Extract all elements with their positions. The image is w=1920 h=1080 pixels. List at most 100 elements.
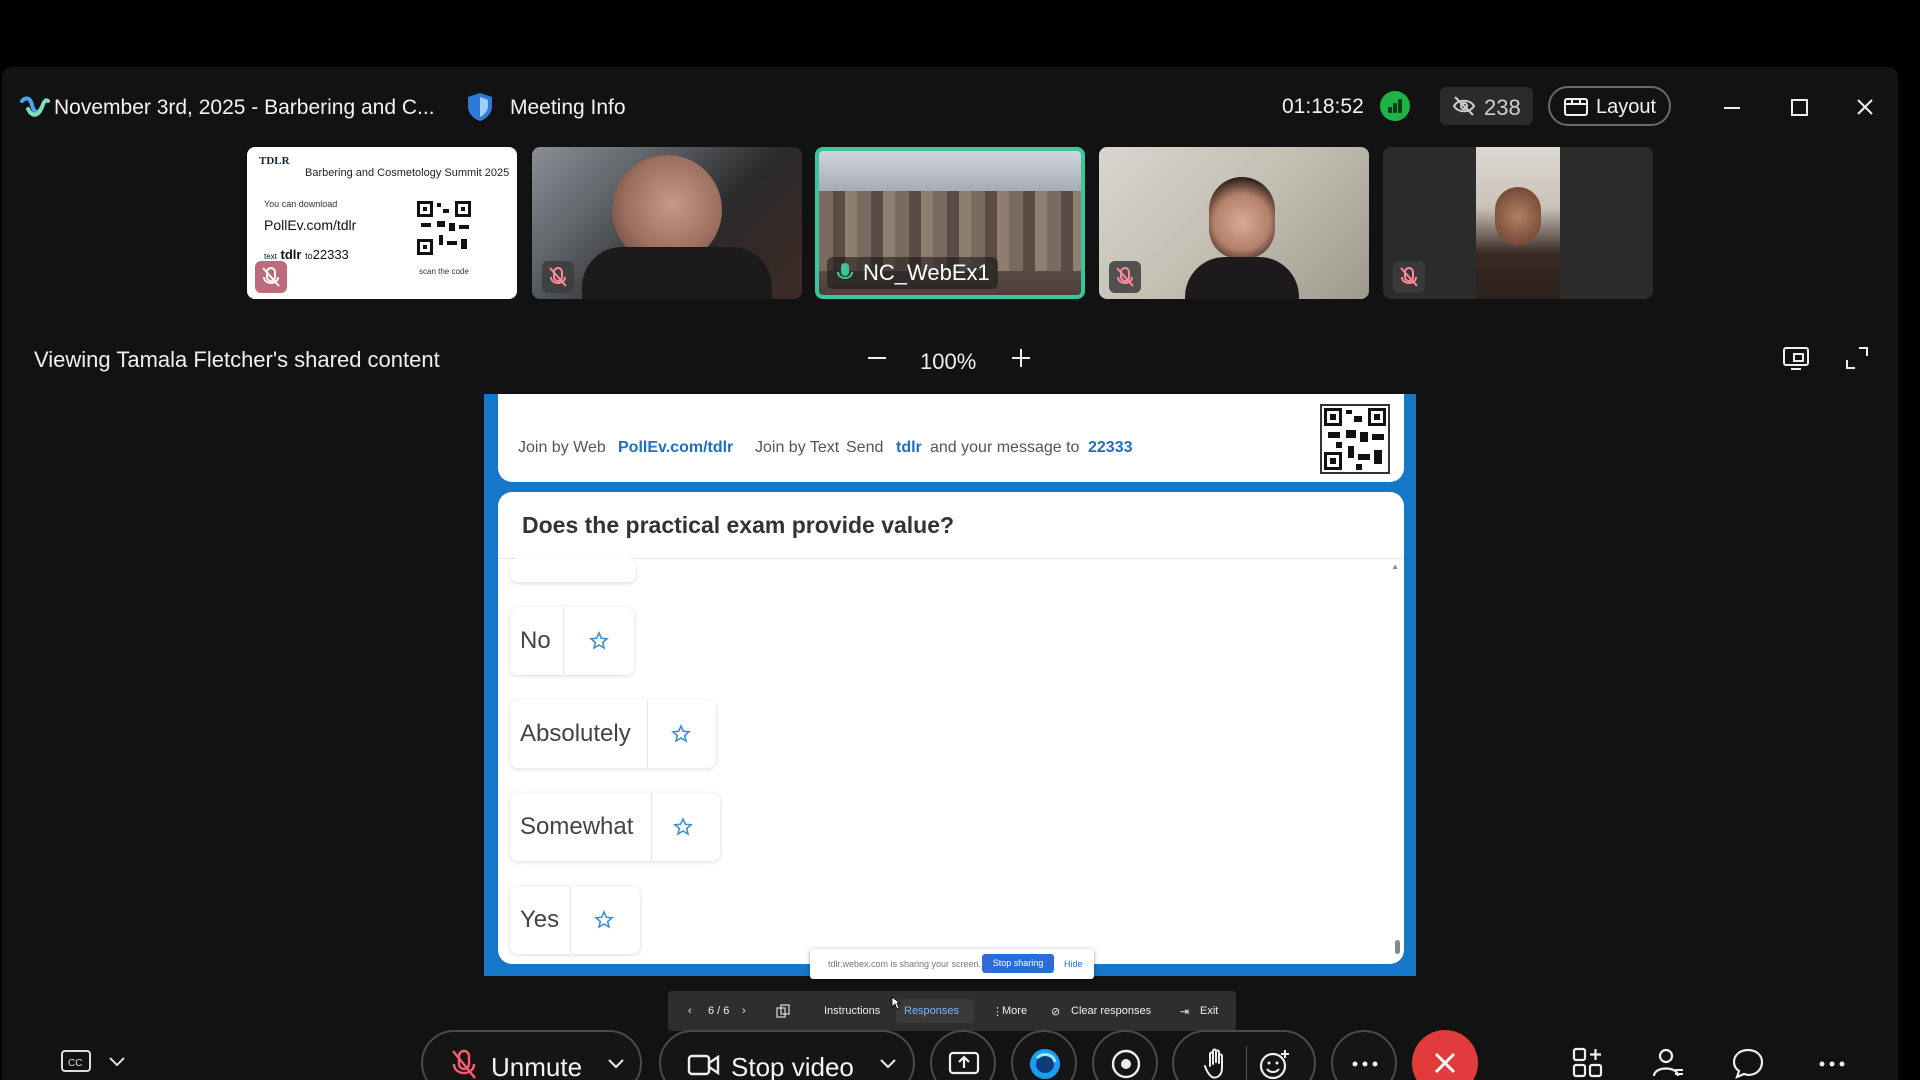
meeting-title[interactable]: November 3rd, 2025 - Barbering and C...	[54, 96, 435, 120]
layout-label: Layout	[1596, 96, 1657, 118]
thumbnail-participant[interactable]	[1099, 147, 1369, 299]
sharing-message: tdlr.webex.com is sharing your screen.	[828, 959, 982, 969]
thumbnail-active-speaker[interactable]: NC_WebEx1	[815, 147, 1085, 299]
shield-icon[interactable]	[465, 91, 495, 123]
maximize-icon[interactable]	[1779, 87, 1819, 127]
eye-slash-icon	[1452, 96, 1476, 116]
poll-question-card: Does the practical exam provide value? N…	[498, 492, 1404, 964]
thumbnail-participant[interactable]	[532, 147, 802, 299]
thumbnail-participant[interactable]	[1383, 147, 1653, 299]
join-text-label: Join by Text	[755, 439, 840, 456]
mic-on-icon	[837, 263, 853, 279]
star-icon[interactable]	[671, 724, 691, 744]
mic-muted-indicator	[255, 261, 287, 293]
join-web-label: Join by Web	[518, 439, 606, 456]
chevron-down-icon[interactable]	[607, 1058, 625, 1070]
apps-icon[interactable]	[1571, 1046, 1605, 1080]
stop-sharing-button[interactable]: Stop sharing	[982, 954, 1054, 973]
fullscreen-icon[interactable]	[1844, 345, 1870, 371]
responses-tab[interactable]: Responses	[904, 1005, 959, 1017]
star-icon[interactable]	[673, 817, 693, 837]
slide-scan-text: scan the code	[419, 267, 469, 276]
mic-off-icon	[262, 267, 280, 287]
more-horizontal-icon	[1352, 1061, 1378, 1067]
prev-slide-icon[interactable]: ‹	[688, 1005, 692, 1017]
clear-responses-button[interactable]: Clear responses	[1071, 1005, 1151, 1017]
divider	[1246, 1046, 1247, 1080]
hidden-participants-button[interactable]: 238	[1440, 87, 1533, 125]
divider	[651, 793, 652, 861]
send-code: tdlr	[896, 439, 922, 456]
close-icon	[1434, 1052, 1456, 1074]
minimize-icon[interactable]	[1712, 87, 1752, 127]
answer-label: Yes	[520, 906, 560, 933]
stop-video-button[interactable]: Stop video	[659, 1030, 915, 1080]
qr-code-icon	[1320, 404, 1390, 474]
captions-button[interactable]: CC	[60, 1048, 134, 1078]
network-signal-icon[interactable]	[1380, 91, 1410, 121]
slide-download-text: You can download	[264, 199, 338, 209]
answer-option[interactable]: Yes	[510, 886, 640, 954]
divider	[647, 700, 648, 768]
mic-off-icon	[1116, 267, 1134, 287]
mic-off-icon	[549, 267, 567, 287]
zoom-out-icon[interactable]	[864, 345, 890, 371]
mouse-cursor-icon	[891, 996, 901, 1010]
copy-icon[interactable]	[776, 1004, 790, 1018]
pop-out-share-icon[interactable]	[1782, 345, 1810, 371]
chat-icon[interactable]	[1731, 1046, 1765, 1080]
raise-hand-icon[interactable]	[1202, 1046, 1230, 1080]
slide-text-to: to	[305, 251, 313, 261]
layout-button[interactable]: Layout	[1548, 86, 1671, 126]
thumbnail-shared-slide[interactable]: TDLR Barbering and Cosmetology Summit 20…	[247, 147, 517, 299]
partially-hidden-answer	[510, 558, 636, 582]
hide-notice-button[interactable]: Hide	[1064, 959, 1083, 969]
answer-label: Absolutely	[520, 720, 631, 747]
answer-option[interactable]: No	[510, 607, 634, 675]
slide-page-indicator: 6 / 6	[708, 1005, 730, 1017]
divider	[563, 607, 564, 675]
send-rest: and your message to	[930, 439, 1080, 456]
participants-icon[interactable]	[1651, 1046, 1685, 1080]
more-horizontal-icon[interactable]	[1818, 1060, 1846, 1068]
participant-face	[1495, 187, 1541, 245]
exit-button[interactable]: Exit	[1200, 1005, 1218, 1017]
scroll-up-arrow-icon[interactable]: ▲	[1391, 562, 1399, 571]
answer-option[interactable]: Absolutely	[510, 700, 716, 768]
divider	[498, 558, 1404, 559]
slide-summit-title: Barbering and Cosmetology Summit 2025	[305, 167, 510, 179]
close-icon[interactable]	[1845, 87, 1885, 127]
video-camera-icon	[687, 1054, 720, 1076]
scrollbar-thumb[interactable]	[1395, 940, 1400, 954]
exit-icon[interactable]: ⇥	[1180, 1005, 1189, 1018]
mic-muted-indicator	[542, 261, 574, 293]
divider	[570, 886, 571, 954]
chevron-down-icon[interactable]	[108, 1056, 126, 1068]
answer-label: Somewhat	[520, 813, 634, 840]
more-button[interactable]: More	[1002, 1005, 1027, 1017]
mic-off-icon	[1400, 267, 1418, 287]
clear-icon[interactable]: ⊘	[1051, 1005, 1060, 1018]
next-slide-icon[interactable]: ›	[742, 1005, 746, 1017]
star-icon[interactable]	[589, 631, 609, 651]
svg-text:CC: CC	[68, 1058, 82, 1069]
share-screen-icon	[948, 1051, 980, 1075]
qr-code-icon	[415, 199, 473, 257]
zoom-in-icon[interactable]	[1008, 345, 1034, 371]
answer-label: No	[520, 627, 551, 654]
mic-muted-indicator	[1393, 261, 1425, 293]
hidden-participants-count: 238	[1484, 95, 1521, 120]
instructions-tab[interactable]: Instructions	[824, 1005, 880, 1017]
slide-text-prefix: text	[264, 252, 277, 261]
reactions-emoji-icon[interactable]	[1258, 1048, 1292, 1080]
tdlr-logo: TDLR	[259, 155, 290, 167]
zoom-level[interactable]: 100%	[920, 349, 976, 375]
record-icon	[1111, 1049, 1141, 1079]
meeting-info-link[interactable]: Meeting Info	[510, 96, 626, 120]
answer-option[interactable]: Somewhat	[510, 793, 720, 861]
stop-video-label: Stop video	[731, 1052, 854, 1080]
send-label: Send	[846, 439, 884, 456]
chevron-down-icon[interactable]	[879, 1058, 897, 1070]
unmute-button[interactable]: Unmute	[421, 1030, 642, 1080]
star-icon[interactable]	[594, 910, 614, 930]
